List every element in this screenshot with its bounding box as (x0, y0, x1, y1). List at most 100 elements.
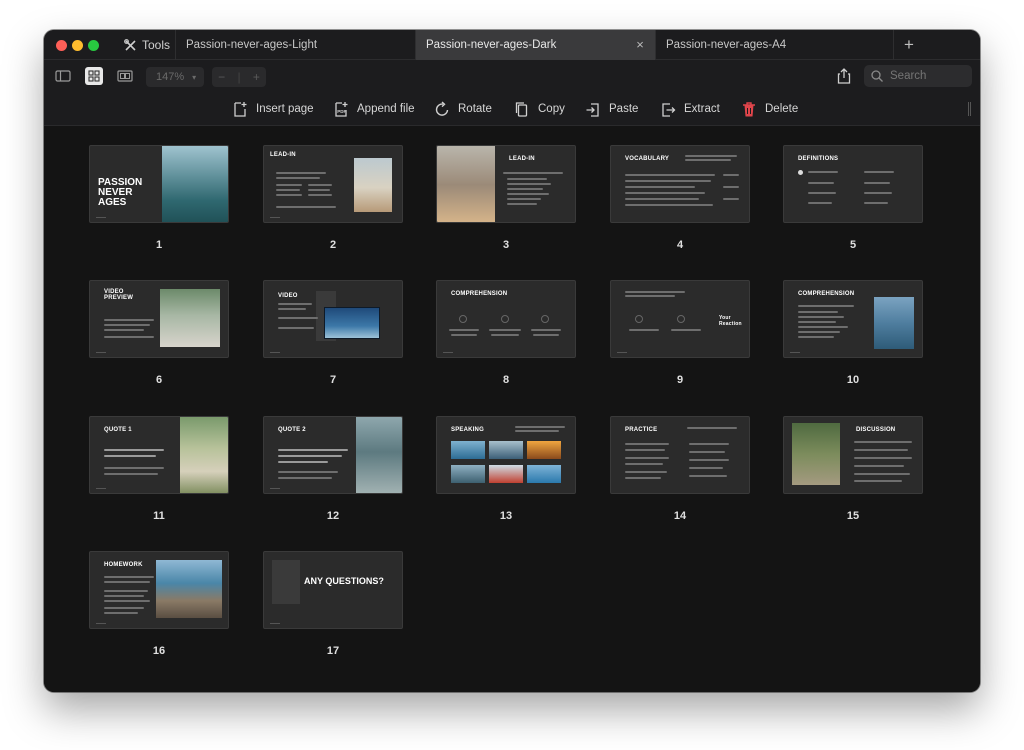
page-thumbnail-image[interactable]: DEFINITIONS (783, 145, 923, 223)
page-thumb-title: VOCABULARY (625, 156, 670, 162)
page-thumbnail-image[interactable]: VIDEO PREVIEW (89, 280, 229, 358)
page-thumbnail[interactable]: VIDEO PREVIEW 6 (89, 280, 229, 386)
page-thumbnail[interactable]: HOMEWORK 16 (89, 551, 229, 657)
paste-icon (586, 102, 599, 117)
page-thumb-title: VIDEO PREVIEW (104, 289, 134, 301)
sidebar-view-button[interactable] (54, 67, 72, 85)
tab-passion-a4[interactable]: Passion-never-ages-A4 (656, 30, 894, 60)
page-thumbnail-image[interactable]: LEAD-IN (263, 145, 403, 223)
page-thumbnail[interactable]: LEAD-IN 2 (263, 145, 403, 251)
page-number: 16 (152, 645, 166, 657)
page-thumbnail[interactable]: PRACTICE 14 (610, 416, 750, 522)
zoom-in-button[interactable]: + (253, 70, 260, 84)
page-thumb-title: VIDEO (278, 293, 298, 299)
page-thumbnail-image[interactable]: ANY QUESTIONS? (263, 551, 403, 629)
page-thumbnail-image[interactable]: HOMEWORK (89, 551, 229, 629)
page-number: 14 (673, 510, 687, 522)
page-thumbnail[interactable]: COMPREHENSION 10 (783, 280, 923, 386)
rotate-icon (435, 100, 449, 116)
page-thumbnail[interactable]: QUOTE 2 12 (263, 416, 403, 522)
page-thumbnail-image[interactable]: VOCABULARY (610, 145, 750, 223)
page-thumbnail-grid: PASSION NEVER AGES 1 LEAD-IN 2 LEAD-IN 3… (44, 126, 980, 692)
new-tab-button[interactable]: + (900, 36, 918, 54)
tools-tab-label: Tools (142, 38, 171, 52)
page-thumbnail[interactable]: Your Reaction 9 (610, 280, 750, 386)
copy-icon (515, 101, 528, 117)
close-window-button[interactable] (56, 40, 67, 51)
zoom-window-button[interactable] (88, 40, 99, 51)
tools-icon (124, 38, 136, 51)
page-thumb-title: PASSION NEVER AGES (98, 177, 143, 208)
search-box[interactable] (864, 65, 972, 87)
share-button[interactable] (836, 67, 852, 85)
delete-label: Delete (765, 103, 799, 115)
activity-photo-2 (489, 441, 523, 459)
page-thumb-title: Your Reaction (719, 315, 742, 327)
insert-page-button[interactable]: Insert page (232, 99, 314, 119)
page-thumbnail-image[interactable]: Your Reaction (610, 280, 750, 358)
page-number: 7 (329, 374, 337, 386)
page-thumbnail-image[interactable]: VIDEO (263, 280, 403, 358)
page-number: 2 (329, 239, 337, 251)
page-number: 13 (499, 510, 513, 522)
tools-tab[interactable]: Tools (118, 30, 176, 60)
two-page-icon (117, 70, 133, 82)
rotate-button[interactable]: Rotate (434, 99, 492, 119)
page-number: 10 (846, 374, 860, 386)
tab-label: Passion-never-ages-Dark (426, 39, 557, 51)
page-view-button[interactable] (116, 67, 134, 85)
activity-photo-3 (527, 441, 561, 459)
page-thumb-title: QUOTE 1 (104, 427, 132, 433)
sidebar-icon (55, 70, 71, 82)
page-thumbnail-image[interactable]: LEAD-IN (436, 145, 576, 223)
copy-button[interactable]: Copy (514, 99, 565, 119)
page-thumbnail[interactable]: COMPREHENSION 8 (436, 280, 576, 386)
page-thumbnail[interactable]: QUOTE 1 11 (89, 416, 229, 522)
page-number: 5 (849, 239, 857, 251)
page-thumbnail[interactable]: VOCABULARY 4 (610, 145, 750, 251)
page-number: 12 (326, 510, 340, 522)
page-thumbnail[interactable]: LEAD-IN 3 (436, 145, 576, 251)
elderly-woman-photo (180, 417, 228, 493)
page-thumbnail[interactable]: DEFINITIONS 5 (783, 145, 923, 251)
close-tab-icon[interactable]: × (633, 38, 647, 52)
append-file-button[interactable]: PDF Append file (333, 99, 415, 119)
grid-view-button[interactable] (85, 67, 103, 85)
page-thumbnail[interactable]: PASSION NEVER AGES 1 (89, 145, 229, 251)
page-number: 1 (155, 239, 163, 251)
page-thumbnail[interactable]: SPEAKING 13 (436, 416, 576, 522)
sea-rock-photo (356, 417, 402, 493)
zoom-select[interactable]: 147% ▾ (146, 67, 204, 87)
page-number: 17 (326, 645, 340, 657)
page-thumbnail-image[interactable]: PRACTICE (610, 416, 750, 494)
page-thumbnail-image[interactable]: COMPREHENSION (436, 280, 576, 358)
paste-label: Paste (609, 103, 639, 115)
tab-passion-dark[interactable]: Passion-never-ages-Dark × (416, 30, 656, 60)
minimize-window-button[interactable] (72, 40, 83, 51)
extract-button[interactable]: Extract (660, 99, 720, 119)
search-input[interactable] (890, 70, 970, 82)
delete-button[interactable]: Delete (741, 99, 798, 119)
page-thumbnail-image[interactable]: QUOTE 1 (89, 416, 229, 494)
page-thumbnail-image[interactable]: DISCUSSION (783, 416, 923, 494)
append-file-label: Append file (357, 103, 415, 115)
page-thumbnail-image[interactable]: PASSION NEVER AGES (89, 145, 229, 223)
zoom-out-button[interactable]: − (218, 70, 225, 84)
page-thumbnail-image[interactable]: SPEAKING (436, 416, 576, 494)
tab-label: Passion-never-ages-Light (186, 39, 318, 51)
page-thumbnail-image[interactable]: QUOTE 2 (263, 416, 403, 494)
page-thumbnail[interactable]: VIDEO 7 (263, 280, 403, 386)
page-thumbnail[interactable]: DISCUSSION 15 (783, 416, 923, 522)
page-thumbnail-image[interactable]: COMPREHENSION (783, 280, 923, 358)
tab-label: Passion-never-ages-A4 (666, 39, 787, 51)
page-number: 11 (153, 510, 165, 522)
zoom-stepper[interactable]: − | + (212, 67, 266, 87)
toolbar-grip[interactable] (968, 102, 971, 116)
paste-button[interactable]: Paste (585, 99, 638, 119)
tab-bar: Tools Passion-never-ages-Light Passion-n… (44, 30, 980, 60)
rotate-label: Rotate (458, 103, 492, 115)
page-thumbnail[interactable]: ANY QUESTIONS? 17 (263, 551, 403, 657)
activity-photo-1 (451, 441, 485, 459)
tab-passion-light[interactable]: Passion-never-ages-Light (176, 30, 416, 60)
share-icon (837, 68, 851, 84)
